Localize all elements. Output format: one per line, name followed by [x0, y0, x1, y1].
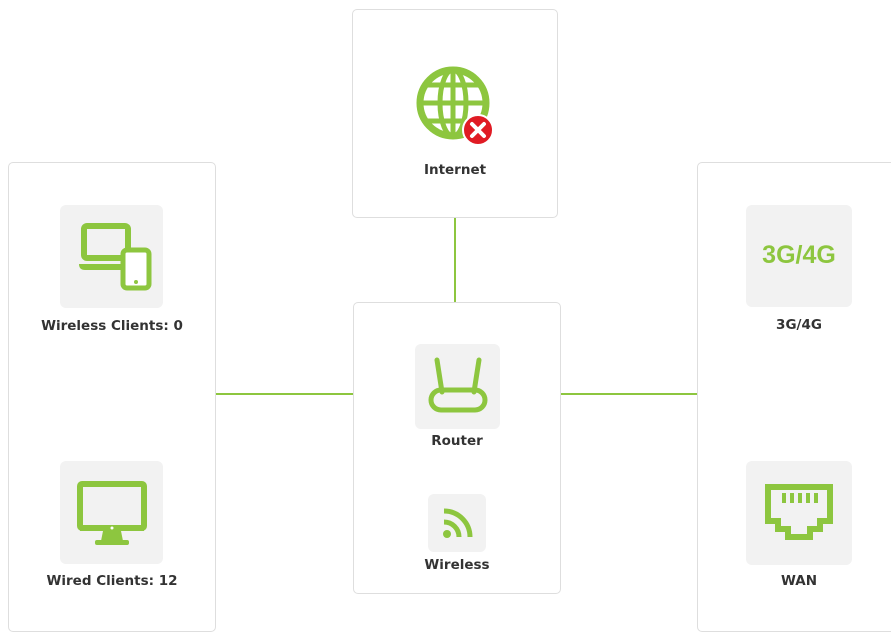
wan-label: WAN: [780, 573, 818, 589]
clients-panel: Wireless Clients: 0 Wired Clients: 12: [8, 162, 216, 632]
mobile-3g4g-tile[interactable]: 3G/4G: [746, 205, 852, 307]
monitor-icon: [77, 481, 147, 545]
wireless-tile[interactable]: [428, 494, 486, 552]
router-icon: [428, 357, 488, 413]
internet-label: Internet: [423, 162, 487, 178]
wired-clients-tile[interactable]: [60, 461, 163, 564]
wifi-signal-icon: [443, 508, 473, 538]
wireless-clients-label: Wireless Clients: 0: [41, 318, 183, 334]
line-clients-router: [216, 393, 354, 395]
disconnected-error-icon: [462, 114, 494, 146]
router-tile[interactable]: [415, 344, 500, 429]
3g4g-icon: 3G/4G: [762, 241, 836, 269]
laptop-phone-icon: [79, 223, 152, 291]
wireless-label: Wireless: [424, 557, 490, 573]
router-panel: Router Wireless: [353, 302, 561, 594]
router-label: Router: [431, 433, 483, 449]
line-router-uplinks: [560, 393, 698, 395]
line-internet-router: [454, 217, 456, 303]
wireless-clients-tile[interactable]: [60, 205, 163, 308]
wan-tile[interactable]: [746, 461, 852, 565]
uplinks-panel: 3G/4G 3G/4G WAN: [697, 162, 891, 632]
ethernet-port-icon: [765, 484, 833, 540]
internet-panel[interactable]: Internet: [352, 9, 558, 218]
mobile-3g4g-label: 3G/4G: [776, 317, 822, 333]
wired-clients-label: Wired Clients: 12: [46, 573, 178, 589]
